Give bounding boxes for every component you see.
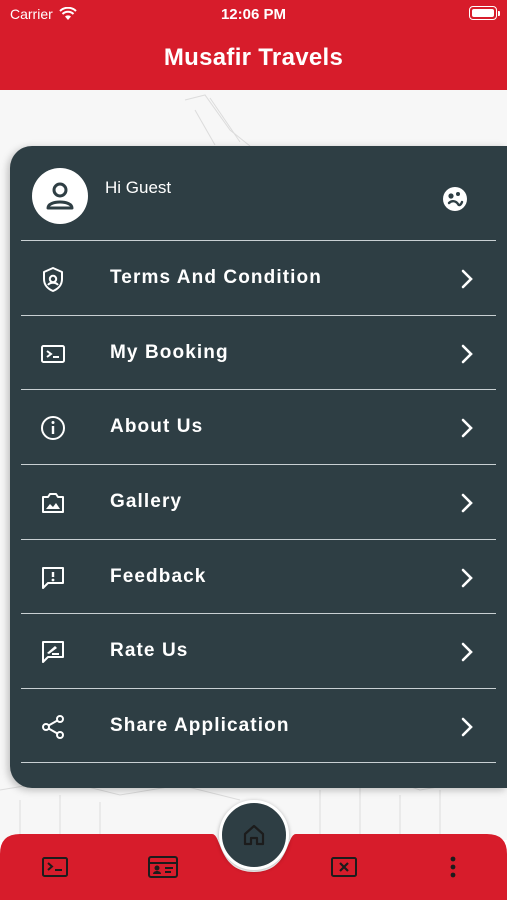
home-button[interactable] [219, 800, 289, 870]
more-vertical-icon [450, 856, 456, 878]
chevron-right-icon [461, 269, 473, 289]
shield-icon [43, 267, 63, 292]
menu-item-about-us[interactable]: About Us [21, 390, 496, 464]
menu-item-label: My Booking [110, 342, 229, 363]
info-icon [41, 416, 65, 440]
chevron-right-icon [461, 717, 473, 737]
home-icon [243, 824, 265, 846]
chevron-right-icon [461, 418, 473, 438]
nav-more-button[interactable] [436, 852, 470, 882]
greeting-text: Hi Guest [105, 178, 172, 197]
cancel-ticket-icon [331, 857, 357, 877]
app-header: Carrier 12:06 PM Musafir Travels [0, 0, 507, 90]
menu-item-feedback[interactable]: Feedback [21, 540, 496, 614]
menu-item-label: Share Application [110, 715, 290, 736]
nav-booking-button[interactable] [38, 852, 72, 882]
menu-item-label: Feedback [110, 566, 207, 587]
avatar[interactable] [32, 168, 88, 224]
status-time: 12:06 PM [220, 6, 287, 23]
battery-icon [469, 6, 500, 20]
menu-item-label: Rate Us [110, 640, 189, 661]
chevron-right-icon [461, 568, 473, 588]
menu-item-label: About Us [110, 416, 204, 437]
chevron-right-icon [461, 344, 473, 364]
menu-item-gallery[interactable]: Gallery [21, 465, 496, 539]
divider [21, 762, 496, 763]
ticket-icon [41, 345, 65, 363]
share-icon [42, 715, 64, 739]
menu-item-label: Gallery [110, 491, 183, 512]
id-card-icon [148, 856, 178, 878]
nav-cancel-ticket-button[interactable] [327, 852, 361, 882]
language-icon[interactable] [442, 186, 468, 212]
chevron-right-icon [461, 642, 473, 662]
drawer-profile: Hi Guest [10, 146, 507, 242]
menu-item-rate-us[interactable]: Rate Us [21, 614, 496, 688]
navigation-drawer: Hi Guest Terms And Condition My Booking [10, 146, 507, 788]
chevron-right-icon [461, 493, 473, 513]
nav-id-card-button[interactable] [146, 852, 180, 882]
status-bar: Carrier 12:06 PM [0, 0, 507, 28]
gallery-icon [42, 493, 64, 513]
menu-item-my-booking[interactable]: My Booking [21, 316, 496, 390]
user-icon [46, 182, 74, 210]
menu-item-label: Terms And Condition [110, 267, 322, 288]
menu-item-terms[interactable]: Terms And Condition [21, 241, 496, 315]
menu-item-share-application[interactable]: Share Application [21, 689, 496, 763]
ticket-icon [42, 857, 68, 877]
rate-icon [42, 641, 64, 663]
feedback-icon [42, 567, 64, 589]
page-title: Musafir Travels [163, 44, 344, 71]
